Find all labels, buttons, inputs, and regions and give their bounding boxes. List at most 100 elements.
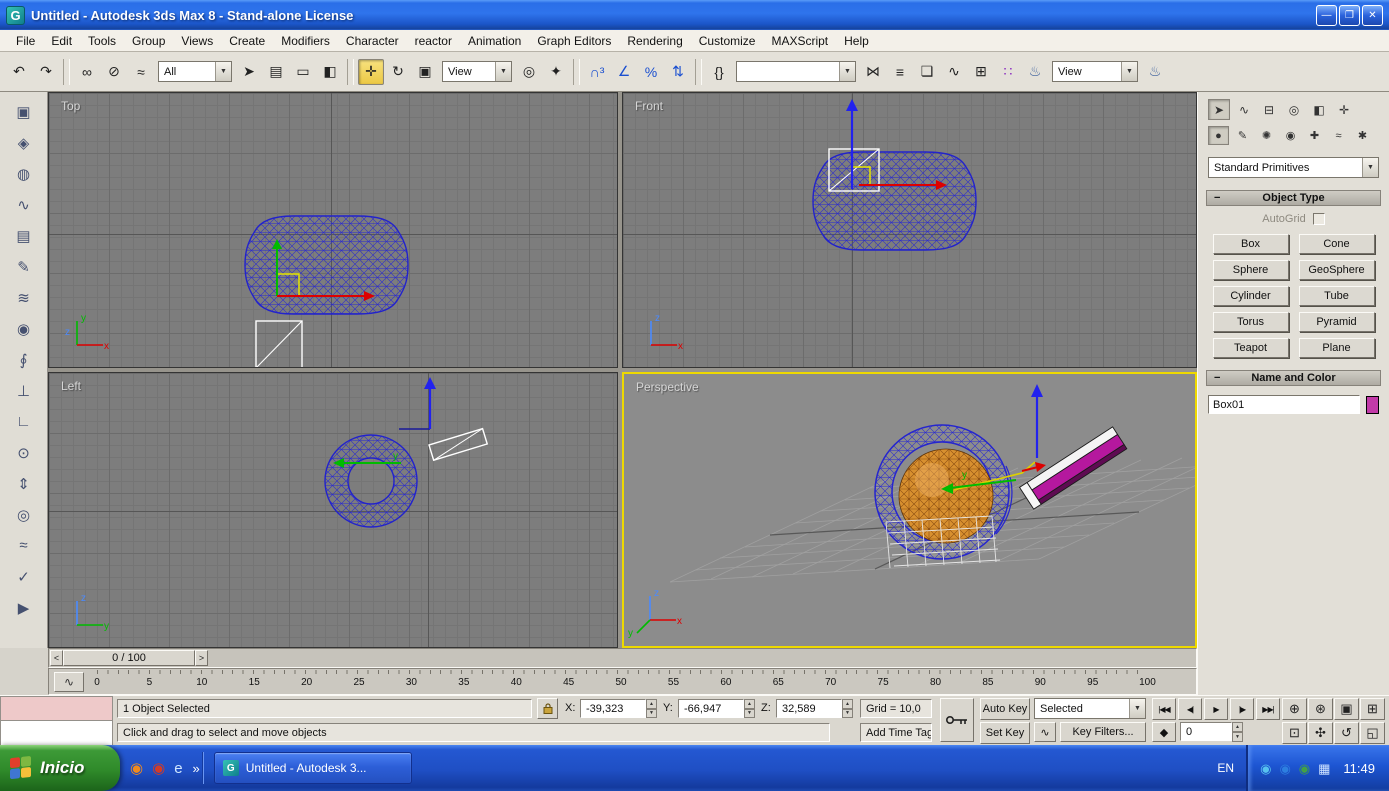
selection-filter-dropdown[interactable]: All ▼ (158, 61, 232, 82)
primitive-category-dropdown[interactable]: Standard Primitives ▼ (1208, 157, 1379, 178)
preview-animation-icon[interactable]: ▶ (7, 594, 41, 621)
viewport-front[interactable]: Front z x (622, 92, 1197, 368)
edit-named-selection-sets-icon[interactable]: {} (706, 59, 732, 85)
object-type-button[interactable]: Tube (1298, 286, 1375, 306)
zoom-icon[interactable]: ⊕ (1282, 698, 1307, 720)
task-button-3dsmax[interactable]: G Untitled - Autodesk 3... (213, 752, 412, 784)
menu-item[interactable]: Character (338, 31, 407, 51)
select-and-link-icon[interactable]: ∞ (74, 59, 100, 85)
firefox-icon[interactable]: ◉ (130, 761, 143, 776)
menu-item[interactable]: Help (836, 31, 877, 51)
menu-item[interactable]: Views (173, 31, 221, 51)
menu-item[interactable]: Group (124, 31, 173, 51)
reference-coordinate-system-dropdown[interactable]: View ▼ (442, 61, 512, 82)
current-frame-field[interactable] (1180, 722, 1232, 741)
x-coordinate-field[interactable] (580, 699, 646, 718)
dashpot-icon[interactable]: ⊥ (7, 377, 41, 404)
previous-frame-button[interactable]: ◀| (1178, 698, 1202, 720)
rigid-body-collection-icon[interactable]: ▣ (7, 98, 41, 125)
unlink-selection-icon[interactable]: ⊘ (101, 59, 127, 85)
select-object-icon[interactable]: ➤ (236, 59, 262, 85)
wind-icon[interactable]: ≈ (7, 532, 41, 559)
menu-item[interactable]: Modifiers (273, 31, 338, 51)
maxscript-macro-recorder[interactable] (0, 696, 113, 721)
time-slider-thumb[interactable]: 0 / 100 (63, 650, 195, 666)
time-configuration-key-button[interactable] (940, 698, 974, 742)
menu-item[interactable]: Animation (460, 31, 529, 51)
dropdown-arrow-icon[interactable]: ▼ (215, 62, 231, 81)
menu-item[interactable]: Edit (43, 31, 80, 51)
menu-item[interactable]: reactor (407, 31, 460, 51)
category-helpers-icon[interactable]: ✚ (1304, 126, 1325, 145)
language-indicator[interactable]: EN (1205, 761, 1246, 775)
tab-motion-icon[interactable]: ◎ (1283, 99, 1305, 120)
object-type-button[interactable]: Plane (1298, 338, 1375, 358)
tray-icon-1[interactable]: ◉ (1260, 762, 1271, 775)
dropdown-arrow-icon[interactable]: ▼ (1121, 62, 1137, 81)
menu-item[interactable]: Create (221, 31, 273, 51)
quick-launch-icon-2[interactable]: ◉ (152, 761, 165, 776)
maximize-viewport-toggle-icon[interactable]: ◱ (1360, 722, 1385, 744)
category-lights-icon[interactable]: ✺ (1256, 126, 1277, 145)
tab-hierarchy-icon[interactable]: ⊟ (1258, 99, 1280, 120)
time-step-back-button[interactable]: < (50, 650, 63, 666)
object-name-field[interactable] (1208, 395, 1360, 414)
rope-modifier-icon[interactable]: ≋ (7, 284, 41, 311)
selection-lock-toggle[interactable] (537, 698, 558, 719)
snaps-toggle-3d-icon[interactable]: ∩³ (584, 59, 610, 85)
soft-body-modifier-icon[interactable]: ◉ (7, 315, 41, 342)
autogrid-checkbox[interactable] (1312, 213, 1325, 225)
viewport-top[interactable]: Top y x z (48, 92, 618, 368)
soft-body-collection-icon[interactable]: ◍ (7, 160, 41, 187)
rope-collection-icon[interactable]: ∿ (7, 191, 41, 218)
object-type-button[interactable]: Cylinder (1212, 286, 1289, 306)
analyze-world-icon[interactable]: ✓ (7, 563, 41, 590)
viewport-label-front[interactable]: Front (635, 99, 663, 113)
use-pivot-point-center-icon[interactable]: ◎ (516, 59, 542, 85)
go-to-start-button[interactable]: |◀◀ (1152, 698, 1176, 720)
car-wheel-constraint-icon[interactable]: ◎ (7, 501, 41, 528)
tray-icon-3[interactable]: ◉ (1299, 762, 1310, 775)
x-spinner[interactable]: ▲ ▼ (646, 699, 657, 718)
internet-explorer-icon[interactable]: e (174, 761, 182, 776)
quick-launch-overflow-icon[interactable]: » (193, 761, 200, 776)
tray-icon-2[interactable]: ◉ (1279, 762, 1290, 775)
viewport-label-top[interactable]: Top (61, 99, 80, 113)
y-coordinate-field[interactable] (678, 699, 744, 718)
frame-spinner[interactable]: ▲ ▼ (1232, 722, 1243, 742)
select-and-manipulate-icon[interactable]: ✦ (543, 59, 569, 85)
go-to-end-button[interactable]: ▶▶| (1256, 698, 1280, 720)
hinge-constraint-icon[interactable]: ∟ (7, 408, 41, 435)
key-mode-toggle-button[interactable]: ◆ (1152, 722, 1176, 742)
zoom-region-icon[interactable]: ⊡ (1282, 722, 1307, 744)
angle-snap-toggle-icon[interactable]: ∠ (611, 59, 637, 85)
viewport-left[interactable]: Left y z y (48, 372, 618, 648)
select-and-move-icon[interactable]: ✛ (358, 58, 384, 85)
object-type-button[interactable]: Cone (1298, 234, 1375, 254)
category-shapes-icon[interactable]: ✎ (1232, 126, 1253, 145)
point-point-constraint-icon[interactable]: ⊙ (7, 439, 41, 466)
category-cameras-icon[interactable]: ◉ (1280, 126, 1301, 145)
maximize-button[interactable]: ❐ (1339, 4, 1360, 26)
start-button[interactable]: Inicio (0, 745, 120, 791)
cloth-collection-icon[interactable]: ◈ (7, 129, 41, 156)
maxscript-mini-listener[interactable] (0, 721, 113, 746)
zoom-all-icon[interactable]: ⊛ (1308, 698, 1333, 720)
track-bar[interactable]: ∿ 0 5 10 15 20 25 30 35 40 45 50 55 60 65 70 75 80 85 90 95… (48, 668, 1197, 695)
bind-to-space-warp-icon[interactable]: ≈ (128, 59, 154, 85)
named-selection-sets-dropdown[interactable]: ▼ (736, 61, 856, 82)
object-type-button[interactable]: Pyramid (1298, 312, 1375, 332)
prismatic-constraint-icon[interactable]: ⇕ (7, 470, 41, 497)
viewport-perspective[interactable]: Perspective y z x y (622, 372, 1197, 648)
menu-item[interactable]: Customize (691, 31, 764, 51)
key-filters-button[interactable]: Key Filters... (1060, 722, 1146, 742)
object-type-button[interactable]: Sphere (1212, 260, 1289, 280)
tab-utilities-icon[interactable]: ✛ (1333, 99, 1355, 120)
dropdown-arrow-icon[interactable]: ▼ (1129, 699, 1145, 718)
object-color-swatch[interactable] (1366, 395, 1379, 414)
curve-editor-icon[interactable]: ∿ (941, 59, 967, 85)
taskbar-clock[interactable]: 11:49 (1343, 761, 1375, 776)
selection-set-dropdown[interactable]: Selected ▼ (1034, 698, 1146, 719)
object-type-button[interactable]: Teapot (1212, 338, 1289, 358)
auto-key-button[interactable]: Auto Key (980, 698, 1030, 720)
